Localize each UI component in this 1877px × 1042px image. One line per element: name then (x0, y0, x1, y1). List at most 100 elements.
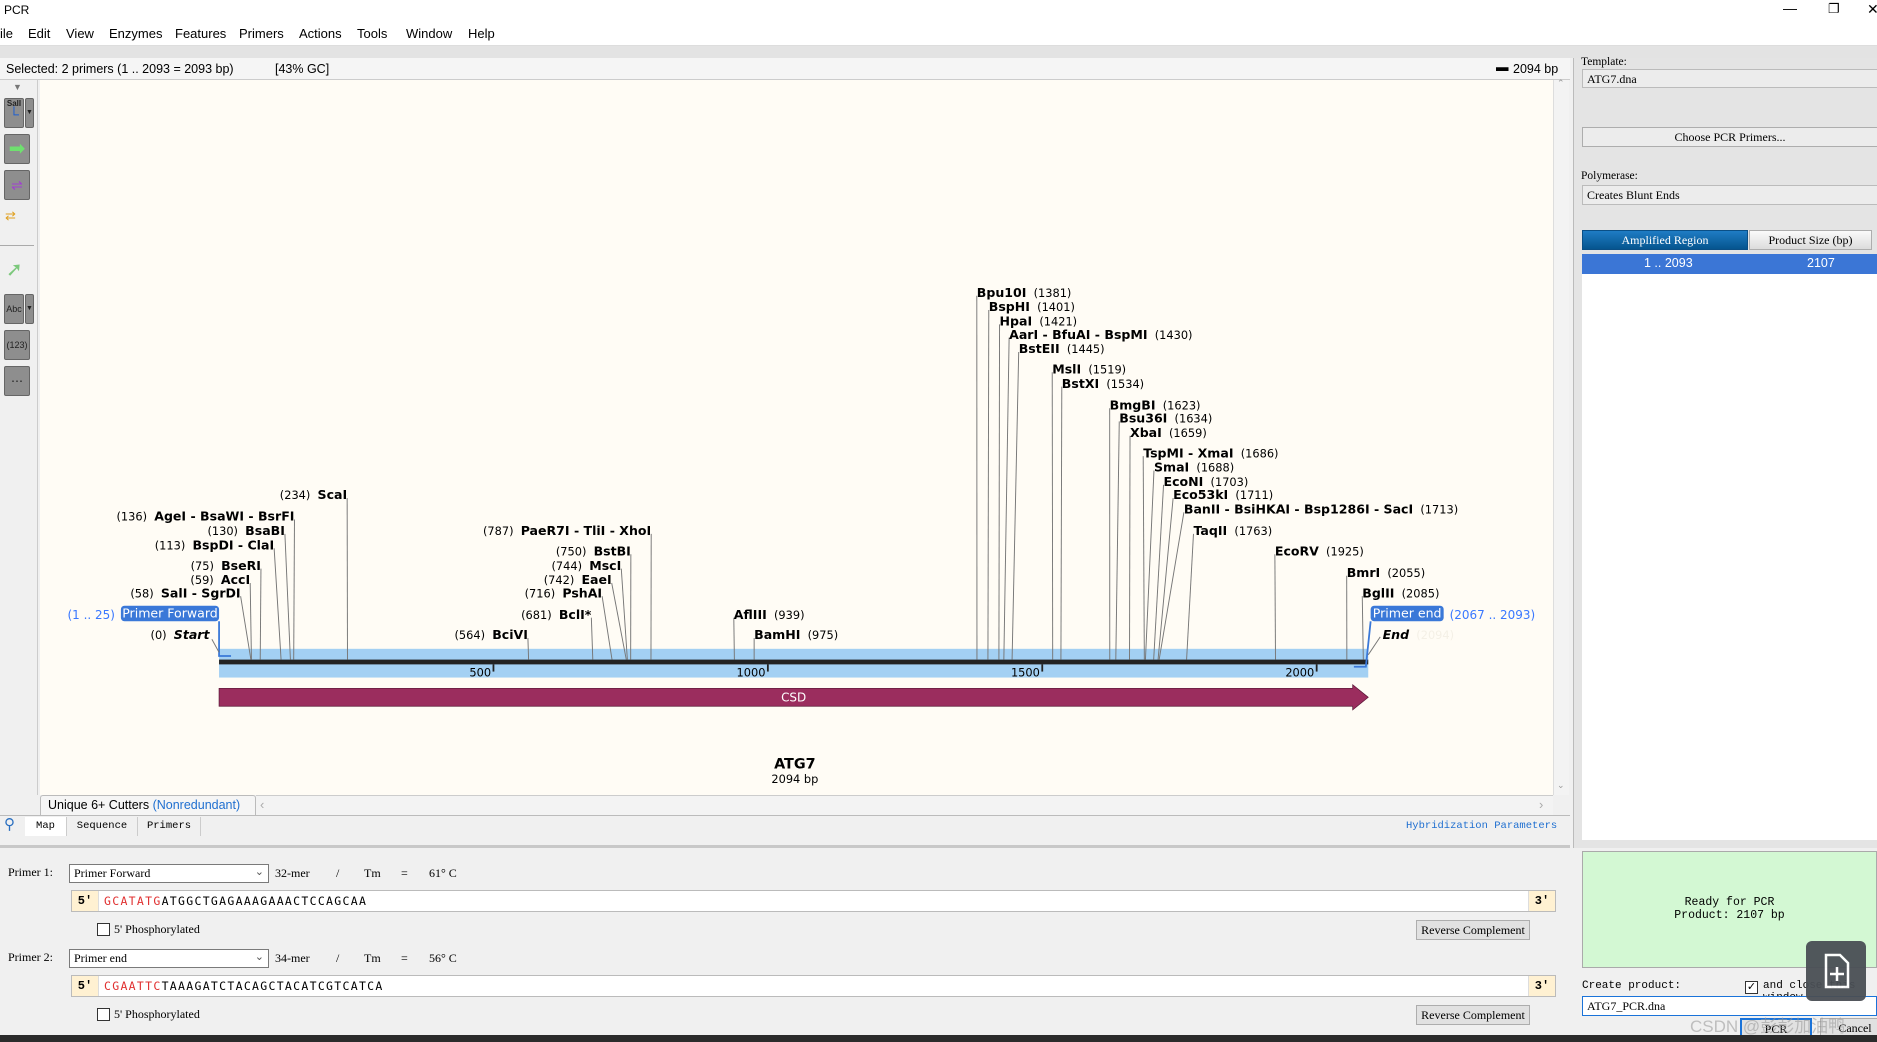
primer2-tm: 56° C (429, 951, 457, 965)
primer2-length: 34-mer (275, 951, 310, 965)
primer1-3prime: 3' (1528, 891, 1555, 911)
enzyme-tool-button[interactable]: SalI └ (4, 98, 24, 128)
map-vertical-scrollbar[interactable]: ⌃ ⌄ (1553, 78, 1569, 795)
scroll-left-icon[interactable]: ‹ (260, 797, 264, 812)
primer2-select-value: Primer end (74, 951, 127, 965)
primer2-binding: TAAAGATCTACAGCTACATCGTCATCA (161, 979, 384, 993)
product-size-text: Product: 2107 bp (1674, 909, 1785, 922)
enzyme-dropdown[interactable]: ▼ (25, 98, 34, 128)
abc-label: Abc (6, 304, 22, 314)
primer2-3prime: 3' (1528, 976, 1555, 996)
template-label: Template: (1581, 56, 1627, 68)
primer2-label: Primer 2: (8, 950, 53, 964)
text-tool-button[interactable]: Abc (4, 294, 24, 324)
file-plus-icon (1824, 953, 1850, 989)
cut-icon: └ (9, 106, 19, 122)
primer2-tm-label: Tm (364, 951, 381, 965)
table-row[interactable]: 1 .. 2093 2107 (1582, 254, 1877, 274)
sequence-map[interactable] (40, 80, 1553, 795)
primer1-tail: GCATATG (104, 894, 162, 908)
template-field[interactable]: ATG7.dna (1582, 69, 1877, 88)
primer1-slash: / (336, 866, 340, 880)
menu-file[interactable]: ile (0, 26, 13, 41)
tab-map[interactable]: Map (25, 817, 67, 836)
ready-text: Ready for PCR (1684, 896, 1775, 909)
product-size-header[interactable]: Product Size (bp) (1749, 230, 1872, 250)
taskbar-strip (0, 1035, 1877, 1042)
close-window-checkbox[interactable]: ✓ (1745, 981, 1758, 994)
menu-view[interactable]: View (66, 26, 94, 41)
hybridization-parameters-link[interactable]: Hybridization Parameters (1406, 820, 1557, 832)
gc-content: [43% GC] (275, 62, 330, 76)
map-toolbar: ▼ SalI └ ▼ ➡ ⇌ ⇄ ➚ Abc ▼ (123) ⋯ (0, 80, 38, 795)
ruler-tool-button[interactable]: ⋯ (4, 366, 30, 396)
view-tabs: ⚲ Map Sequence Primers Hybridization Par… (0, 815, 1570, 837)
primer1-select-value: Primer Forward (74, 866, 151, 880)
primer1-tm-label: Tm (364, 866, 381, 880)
primer-tool-button[interactable]: ⇌ (4, 170, 30, 200)
polymerase-field[interactable]: Creates Blunt Ends (1582, 185, 1877, 205)
primer2-phosphorylated-checkbox[interactable] (97, 1008, 110, 1021)
scroll-up-icon[interactable]: ⌃ (1557, 78, 1565, 89)
primer2-5prime: 5' (72, 976, 99, 996)
title-bar: PCR — ❐ ✕ (0, 0, 1877, 22)
sequence-length: 2094 bp (1513, 62, 1559, 76)
menu-edit[interactable]: Edit (28, 26, 50, 41)
choose-pcr-primers-button[interactable]: Choose PCR Primers... (1582, 127, 1877, 147)
enzyme-set-name: Unique 6+ Cutters (48, 798, 150, 812)
scroll-down-icon[interactable]: ⌄ (1557, 780, 1565, 791)
primer2-reverse-complement-button[interactable]: Reverse Complement (1416, 1005, 1530, 1025)
menu-bar: ile Edit View Enzymes Features Primers A… (0, 22, 1877, 46)
primer1-reverse-complement-button[interactable]: Reverse Complement (1416, 920, 1530, 940)
chevron-down-icon: ⌄ (254, 951, 264, 963)
create-product-label: Create product: (1582, 980, 1682, 992)
polymerase-label: Polymerase: (1581, 170, 1638, 182)
toolbar-divider (0, 245, 34, 246)
tab-sequence[interactable]: Sequence (67, 817, 138, 836)
tab-primers[interactable]: Primers (138, 817, 201, 836)
chevron-down-icon: ⌄ (254, 866, 264, 878)
enzyme-set-tab[interactable]: Unique 6+ Cutters (Nonredundant) (40, 795, 256, 815)
primer1-sequence-field[interactable]: 5' GCATATGATGGCTGAGAAAGAAACTCCAGCAA 3' (71, 890, 1556, 912)
primer2-phosphorylated-label: 5' Phosphorylated (114, 1007, 200, 1021)
primer2-tail: CGAATTC (104, 979, 162, 993)
menu-primers[interactable]: Primers (239, 26, 284, 41)
primer2-sequence-field[interactable]: 5' CGAATTCTAAAGATCTACAGCTACATCGTCATCA 3' (71, 975, 1556, 997)
primer1-eq: = (401, 866, 408, 880)
search-icon[interactable]: ⚲ (4, 815, 15, 833)
orf-arrows-icon[interactable]: ⇄ (5, 208, 16, 224)
menu-window[interactable]: Window (406, 26, 452, 41)
primer2-sequence: CGAATTCTAAAGATCTACAGCTACATCGTCATCA (104, 979, 384, 993)
menu-tools[interactable]: Tools (357, 26, 387, 41)
amplified-region-header[interactable]: Amplified Region (1582, 230, 1748, 250)
map-horizontal-scrollbar[interactable]: ‹ › (256, 795, 1553, 815)
watermark: CSDN @彭彭加油鸭 (1690, 1017, 1846, 1036)
selection-status: Selected: 2 primers (1 .. 2093 = 2093 bp… (0, 58, 1570, 80)
primer1-phosphorylated-label: 5' Phosphorylated (114, 922, 200, 936)
product-table: 1 .. 2093 2107 (1582, 254, 1877, 840)
product-size-cell: 2107 (1807, 256, 1835, 270)
menu-features[interactable]: Features (175, 26, 226, 41)
primer1-length: 32-mer (275, 866, 310, 880)
amplified-region-cell: 1 .. 2093 (1644, 256, 1693, 270)
primer1-sequence: GCATATGATGGCTGAGAAAGAAACTCCAGCAA (104, 894, 367, 908)
close-icon[interactable]: ✕ (1867, 1, 1877, 18)
restore-icon[interactable]: ❐ (1828, 1, 1840, 17)
selection-text: Selected: 2 primers (1 .. 2093 = 2093 bp… (6, 62, 234, 76)
primer1-select[interactable]: Primer Forward ⌄ (69, 864, 269, 883)
feature-arrow-button[interactable]: ➡ (4, 134, 30, 164)
draw-feature-icon[interactable]: ➚ (6, 257, 23, 282)
primer2-select[interactable]: Primer end ⌄ (69, 949, 269, 968)
window-title: PCR (4, 3, 30, 17)
text-dropdown[interactable]: ▼ (25, 294, 34, 324)
minimize-icon[interactable]: — (1783, 0, 1797, 16)
primer1-label: Primer 1: (8, 865, 53, 879)
menu-actions[interactable]: Actions (299, 26, 342, 41)
collapse-icon[interactable]: ▼ (13, 82, 22, 92)
numbers-tool-button[interactable]: (123) (4, 330, 30, 360)
primer1-phosphorylated-checkbox[interactable] (97, 923, 110, 936)
scroll-right-icon[interactable]: › (1539, 797, 1543, 812)
menu-enzymes[interactable]: Enzymes (109, 26, 162, 41)
menu-help[interactable]: Help (468, 26, 495, 41)
new-file-overlay-button[interactable] (1806, 941, 1866, 1001)
